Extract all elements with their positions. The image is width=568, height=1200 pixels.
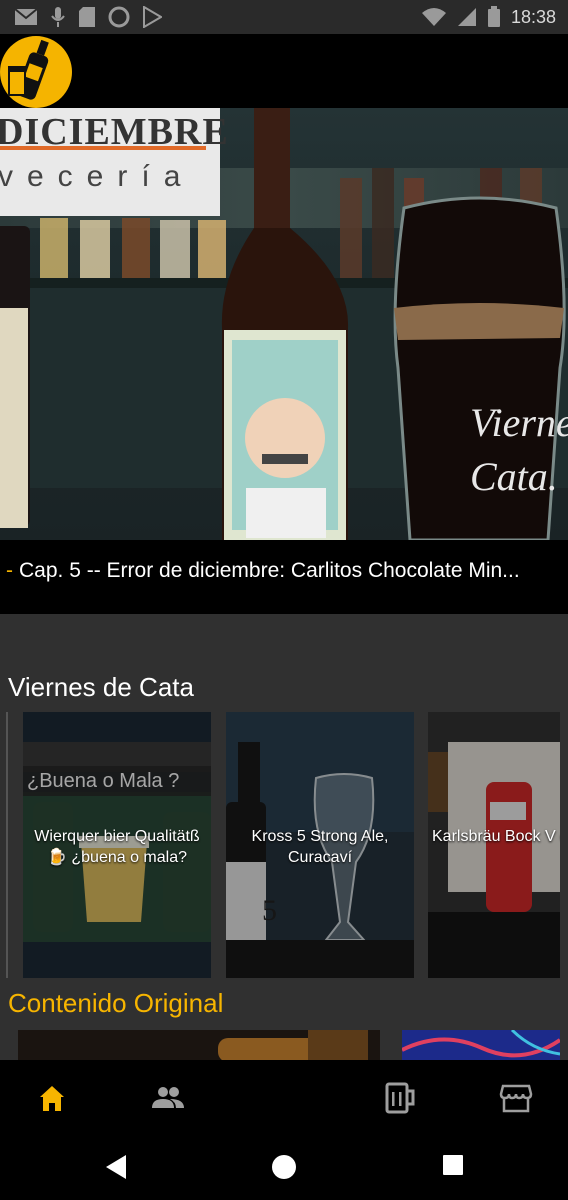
brand-sign-sub: vecería: [0, 160, 195, 193]
wifi-icon: [421, 8, 446, 26]
clock: 18:38: [510, 6, 556, 27]
section-title-viernes: Viernes de Cata: [8, 672, 194, 702]
brand-sign-stripe: [0, 146, 206, 150]
beer-mug-icon[interactable]: [382, 1080, 418, 1116]
viernes-carousel[interactable]: ¿Buena o Mala ? Wierquer bier Qualitätß …: [0, 712, 568, 978]
hero-overlay-line1: Vierne: [470, 400, 568, 445]
hero-caption-bar[interactable]: - Cap. 5 -- Error de diciembre: Carlitos …: [0, 540, 568, 614]
store-icon[interactable]: [498, 1080, 534, 1116]
carousel-edge: [6, 712, 8, 978]
home-icon[interactable]: [34, 1080, 70, 1116]
system-indicators: 18:38: [421, 6, 556, 28]
nav-store[interactable]: [498, 1080, 534, 1116]
people-icon[interactable]: [150, 1080, 186, 1116]
status-bar: 18:38: [0, 0, 568, 34]
card-title: Karlsbräu Bock V de Cata.: [432, 826, 560, 847]
hero-overlay-text: Vierne Cata.: [470, 396, 568, 504]
mic-icon: [51, 7, 65, 27]
system-navigation-bar: [0, 1138, 568, 1200]
card-title: Kross 5 Strong Ale, Curacaví: [251, 828, 389, 866]
play-store-icon: [143, 6, 162, 28]
sd-card-icon: [79, 7, 95, 27]
hero-caption-text: Cap. 5 -- Error de diciembre: Carlitos C…: [19, 559, 520, 582]
original-card-thumbnail: [402, 1030, 560, 1062]
video-card[interactable]: ¿Buena o Mala ? Wierquer bier Qualitätß …: [23, 712, 211, 978]
notification-icons: [14, 6, 162, 28]
brand-sign: DICIEMBRE vecería: [0, 108, 228, 216]
video-card[interactable]: 5 Kross 5 Strong Ale, Curacaví: [226, 712, 414, 978]
battery-icon: [487, 6, 500, 27]
hero-caption[interactable]: - Cap. 5 -- Error de diciembre: Carlitos …: [6, 559, 566, 583]
original-card[interactable]: [18, 1030, 380, 1062]
circle-icon: [108, 6, 130, 28]
back-icon[interactable]: [104, 1154, 128, 1180]
hero-overlay-line2: Cata.: [470, 454, 558, 499]
recents-icon[interactable]: [442, 1154, 464, 1176]
video-card[interactable]: Karlsbräu Bock V de Cata.: [428, 712, 560, 978]
nav-home[interactable]: [34, 1080, 70, 1116]
caption-dash: -: [6, 559, 13, 582]
nav-beer[interactable]: [382, 1080, 418, 1116]
card-title: Wierquer bier Qualitätß 🍺 ¿buena o mala?: [34, 828, 200, 866]
mail-icon: [14, 8, 38, 25]
nav-community[interactable]: [150, 1080, 186, 1116]
beer-bottle-logo-icon[interactable]: [0, 36, 72, 108]
home-circle-icon[interactable]: [271, 1154, 297, 1180]
bottom-navigation: [0, 1060, 568, 1138]
card-title-text: Karlsbräu Bock V de Cata.: [432, 828, 560, 845]
section-title-original: Contenido Original: [8, 988, 224, 1018]
app-bar: [0, 34, 568, 108]
hero-banner[interactable]: DICIEMBRE vecería Vierne Cata.: [0, 108, 568, 540]
original-card-thumbnail: [18, 1030, 380, 1062]
original-card[interactable]: [402, 1030, 560, 1062]
signal-icon: [457, 8, 476, 26]
